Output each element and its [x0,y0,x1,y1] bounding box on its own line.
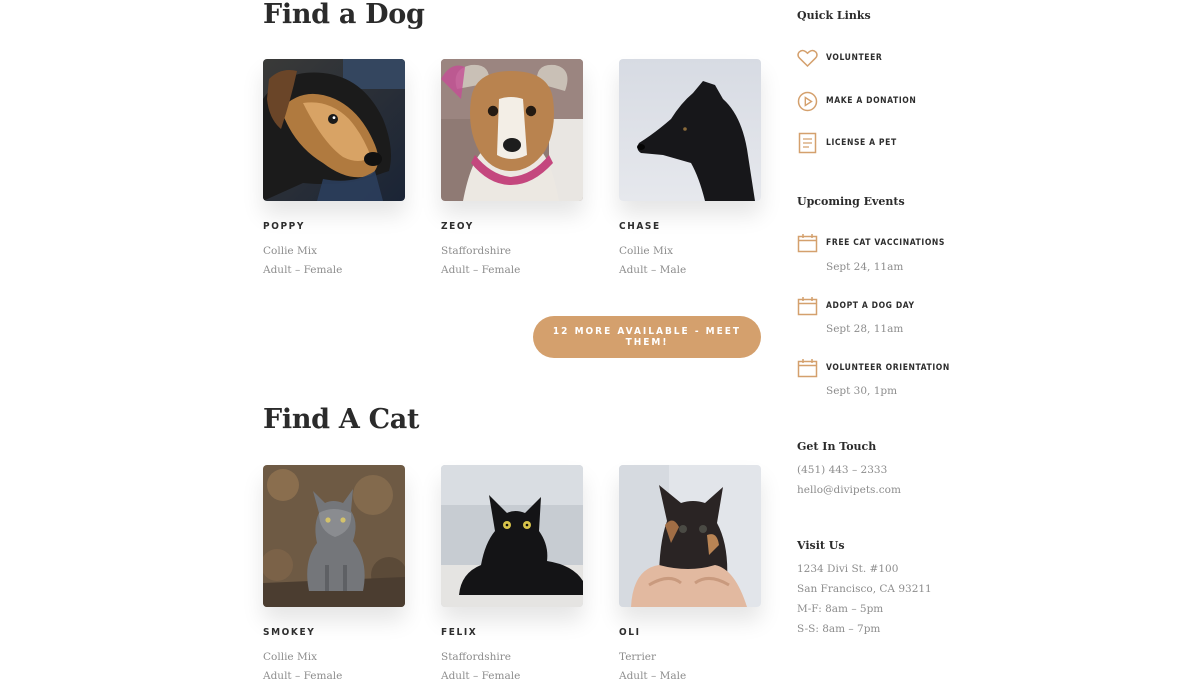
pet-breed: Terrier [619,651,657,663]
dog-chase-image [619,59,761,201]
calendar-icon [797,234,818,253]
contact-email[interactable]: hello@divipets.com [797,484,901,496]
event-volunteer-orientation[interactable]: VOLUNTEER ORIENTATION [797,358,949,378]
dog-poppy-image [263,59,405,201]
address-line-2: San Francisco, CA 93211 [797,583,932,595]
cat-photo-smokey[interactable] [263,465,405,607]
meet-more-dogs-button[interactable]: 12 MORE AVAILABLE - MEET THEM! [533,316,761,358]
find-a-cat-heading: Find A Cat [263,404,420,435]
pet-breed: Collie Mix [263,651,318,663]
cat-photo-oli[interactable] [619,465,761,607]
event-date: Sept 30, 1pm [826,385,898,397]
pet-name[interactable]: SMOKEY [263,627,315,638]
pet-card-oli[interactable]: OLI Terrier Adult – Male [619,465,761,682]
heart-icon [797,49,818,67]
pet-breed: Collie Mix [263,245,318,257]
pet-name[interactable]: OLI [619,627,641,638]
quick-link-label[interactable]: VOLUNTEER [826,53,882,63]
upcoming-events-heading: Upcoming Events [797,195,905,208]
hours-weekend: S-S: 8am – 7pm [797,623,881,635]
event-title[interactable]: ADOPT A DOG DAY [826,301,915,311]
dog-photo-zeoy[interactable] [441,59,583,201]
pet-breed: Staffordshire [441,245,511,257]
pet-breed: Staffordshire [441,651,511,663]
event-date: Sept 24, 11am [826,261,904,273]
dog-photo-chase[interactable] [619,59,761,201]
pet-age-sex: Adult – Female [263,264,343,276]
contact-phone[interactable]: (451) 443 – 2333 [797,464,887,476]
cat-photo-felix[interactable] [441,465,583,607]
event-title[interactable]: FREE CAT VACCINATIONS [826,238,945,248]
find-a-dog-heading: Find a Dog [263,0,425,30]
calendar-icon [797,359,818,378]
pet-card-poppy[interactable]: POPPY Collie Mix Adult – Female [263,59,405,276]
pet-age-sex: Adult – Female [441,670,521,682]
visit-us-heading: Visit Us [797,539,845,552]
pet-card-chase[interactable]: CHASE Collie Mix Adult – Male [619,59,761,276]
event-adopt-a-dog-day[interactable]: ADOPT A DOG DAY [797,296,937,316]
pet-card-felix[interactable]: FELIX Staffordshire Adult – Female [441,465,583,682]
document-icon [798,132,817,154]
dog-zeoy-image [441,59,583,201]
pet-age-sex: Adult – Male [619,670,687,682]
quick-link-volunteer[interactable]: VOLUNTEER [797,47,917,69]
cat-felix-image [441,465,583,607]
dog-photo-poppy[interactable] [263,59,405,201]
pet-card-zeoy[interactable]: ZEOY Staffordshire Adult – Female [441,59,583,276]
event-date: Sept 28, 11am [826,323,904,335]
event-cat-vaccinations[interactable]: FREE CAT VACCINATIONS [797,233,944,253]
quick-link-label[interactable]: LICENSE A PET [826,138,897,148]
quick-link-label[interactable]: MAKE A DONATION [826,96,916,106]
pet-name[interactable]: FELIX [441,627,477,638]
cat-oli-image [619,465,761,607]
pet-age-sex: Adult – Male [619,264,687,276]
pet-age-sex: Adult – Female [441,264,521,276]
pet-name[interactable]: POPPY [263,221,305,232]
pet-breed: Collie Mix [619,245,674,257]
pet-name[interactable]: ZEOY [441,221,474,232]
address-line-1: 1234 Divi St. #100 [797,563,899,575]
event-title[interactable]: VOLUNTEER ORIENTATION [826,363,950,373]
cat-smokey-image [263,465,405,607]
calendar-icon [797,297,818,316]
play-circle-icon [797,91,818,111]
pet-card-smokey[interactable]: SMOKEY Collie Mix Adult – Female [263,465,405,682]
quick-link-donation[interactable]: MAKE A DONATION [797,90,917,112]
pet-name[interactable]: CHASE [619,221,661,232]
quick-links-heading: Quick Links [797,9,871,22]
pet-age-sex: Adult – Female [263,670,343,682]
get-in-touch-heading: Get In Touch [797,440,877,453]
quick-link-license[interactable]: LICENSE A PET [797,132,917,154]
hours-weekday: M-F: 8am – 5pm [797,603,884,615]
